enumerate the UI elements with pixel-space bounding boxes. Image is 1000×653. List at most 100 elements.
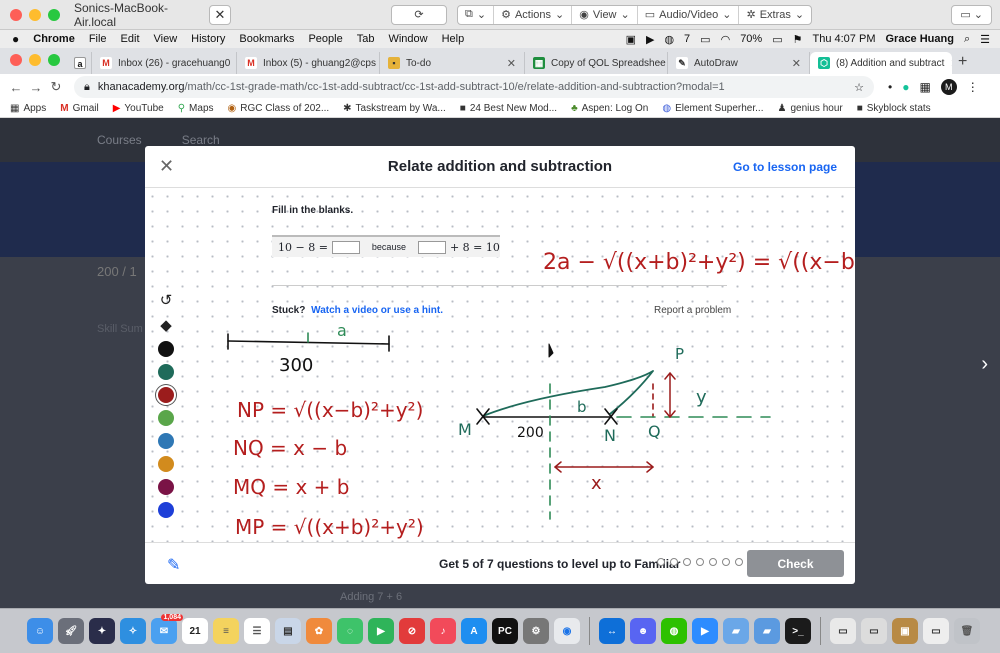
- trash-icon[interactable]: 🗑︎: [954, 618, 980, 644]
- window-thumb-icon-3[interactable]: ▭: [923, 618, 949, 644]
- bookmark-apps[interactable]: ▦ Apps: [10, 103, 46, 114]
- spotlight-icon[interactable]: ⌕: [964, 33, 970, 46]
- archive-icon[interactable]: ▣: [892, 618, 918, 644]
- menu-edit[interactable]: Edit: [121, 33, 140, 45]
- bookmark-maps[interactable]: ⚲ Maps: [178, 103, 214, 114]
- reload-page-icon[interactable]: ↻: [46, 79, 66, 95]
- menu-tab[interactable]: Tab: [357, 33, 375, 45]
- tab-inbox-1[interactable]: MInbox (26) - gracehuang0✕: [92, 52, 237, 74]
- tab-todo[interactable]: ▪ To-do ✕: [380, 52, 525, 74]
- calendar-icon[interactable]: 21: [182, 618, 208, 644]
- safari-icon[interactable]: ✧: [120, 618, 146, 644]
- screen-icon[interactable]: ▭: [700, 33, 710, 46]
- reminders-icon[interactable]: ☰: [244, 618, 270, 644]
- news-icon[interactable]: ⊘: [399, 618, 425, 644]
- check-button[interactable]: Check: [747, 550, 844, 577]
- wechat-dock-icon[interactable]: ◍: [661, 618, 687, 644]
- music-icon[interactable]: ♪: [430, 618, 456, 644]
- mail-icon[interactable]: ✉ 1,084: [151, 614, 183, 644]
- window-thumb-icon-2[interactable]: ▭: [861, 618, 887, 644]
- eraser-icon[interactable]: ◆: [157, 316, 175, 334]
- color-swatch-purple[interactable]: [158, 479, 174, 495]
- bookmark-taskstream[interactable]: ✱ Taskstream by Wa...: [343, 103, 446, 114]
- color-swatch-red[interactable]: [158, 387, 174, 403]
- url-field[interactable]: 🔒︎ khanacademy.org/math/cc-1st-grade-mat…: [74, 76, 874, 98]
- terminal-icon[interactable]: >_: [785, 618, 811, 644]
- user-name[interactable]: Grace Huang: [885, 33, 953, 45]
- bookmark-aspen[interactable]: ♣ Aspen: Log On: [571, 103, 648, 114]
- preview-icon[interactable]: ▤: [275, 618, 301, 644]
- close-window-button[interactable]: [10, 8, 22, 21]
- meet-icon[interactable]: ▶: [646, 33, 654, 46]
- back-icon[interactable]: ←: [6, 80, 26, 95]
- menu-view[interactable]: View: [154, 33, 178, 45]
- menu-file[interactable]: File: [89, 33, 107, 45]
- view-menu[interactable]: ◉ View ⌄: [572, 5, 638, 24]
- tab-khan-academy[interactable]: ⬡ (8) Addition and subtract ✕: [810, 52, 952, 74]
- finder-icon[interactable]: ☺: [27, 618, 53, 644]
- color-swatch-blue[interactable]: [158, 433, 174, 449]
- tab-amazon[interactable]: a: [70, 52, 92, 74]
- copy-button[interactable]: ⧉ ⌄: [458, 5, 495, 24]
- zoom-dock-icon[interactable]: ▶: [692, 618, 718, 644]
- close-tab-icon[interactable]: ✕: [792, 57, 801, 70]
- forward-icon[interactable]: →: [26, 80, 46, 95]
- bookmark-genius-hour[interactable]: ♟ genius hour: [777, 103, 842, 114]
- window-thumb-icon[interactable]: ▭: [830, 618, 856, 644]
- close-tab-icon[interactable]: ✕: [507, 57, 516, 70]
- tab-spreadsheet[interactable]: ▦Copy of QOL Spreadshee✕: [525, 52, 668, 74]
- discord-icon[interactable]: ☻: [630, 618, 656, 644]
- audio-video-menu[interactable]: ▭ Audio/Video ⌄: [638, 5, 740, 24]
- teamviewer-icon[interactable]: ↔: [599, 618, 625, 644]
- bookmark-24-best[interactable]: ■ 24 Best New Mod...: [460, 103, 557, 114]
- app-store-icon[interactable]: A: [461, 618, 487, 644]
- bookmark-rgc[interactable]: ◉ RGC Class of 202...: [228, 103, 330, 114]
- launchpad-icon[interactable]: 🚀︎: [58, 618, 84, 644]
- browser-minimize-button[interactable]: [29, 54, 41, 66]
- chrome-icon[interactable]: ◉: [554, 618, 580, 644]
- tab-autodraw[interactable]: ✎ AutoDraw ✕: [668, 52, 810, 74]
- color-swatch-orange[interactable]: [158, 456, 174, 472]
- exercise-canvas[interactable]: Fill in the blanks. 10 − 8 = because + 8…: [145, 189, 855, 542]
- preferences-icon[interactable]: ⚙: [523, 618, 549, 644]
- display-button[interactable]: ▭ ⌄: [951, 4, 992, 25]
- system-icon[interactable]: ✦: [89, 618, 115, 644]
- stop-share-button[interactable]: ✕: [209, 4, 231, 25]
- bookmark-element[interactable]: ◍ Element Superher...: [662, 103, 763, 114]
- menu-people[interactable]: People: [308, 33, 342, 45]
- profile-avatar[interactable]: M: [940, 79, 957, 95]
- zoom-window-button[interactable]: [48, 8, 60, 21]
- menu-history[interactable]: History: [191, 33, 225, 45]
- apple-icon[interactable]: ●: [12, 32, 19, 46]
- grammarly-icon[interactable]: ●: [902, 80, 909, 94]
- notes-icon[interactable]: ≡: [213, 618, 239, 644]
- menu-app-name[interactable]: Chrome: [33, 33, 75, 45]
- clock[interactable]: Thu 4:07 PM: [813, 33, 876, 45]
- color-swatch-black[interactable]: [158, 341, 174, 357]
- folder-icon[interactable]: ▰: [723, 618, 749, 644]
- photos-icon[interactable]: ✿: [306, 618, 332, 644]
- menu-kebab-icon[interactable]: ⋮: [967, 80, 979, 94]
- actions-menu[interactable]: ⚙ Actions ⌄: [494, 5, 573, 24]
- facetime-icon[interactable]: ▶: [368, 618, 394, 644]
- messages-icon[interactable]: ◌: [337, 618, 363, 644]
- color-swatch-green[interactable]: [158, 410, 174, 426]
- close-tab-icon[interactable]: ✕: [950, 57, 952, 70]
- tab-inbox-2[interactable]: MInbox (5) - ghuang2@cps✕: [237, 52, 380, 74]
- wifi-icon[interactable]: ◠: [721, 33, 731, 46]
- bookmark-gmail[interactable]: M Gmail: [60, 103, 98, 114]
- menu-bookmarks[interactable]: Bookmarks: [239, 33, 294, 45]
- new-tab-button[interactable]: +: [958, 53, 967, 71]
- browser-zoom-button[interactable]: [48, 54, 60, 66]
- color-swatch-teal[interactable]: [158, 364, 174, 380]
- folder-icon-2[interactable]: ▰: [754, 618, 780, 644]
- color-swatch-royal-blue[interactable]: [158, 502, 174, 518]
- reload-icon[interactable]: ⟳: [391, 4, 447, 25]
- extension-dot-icon[interactable]: •: [888, 80, 892, 94]
- minimize-window-button[interactable]: [29, 8, 41, 21]
- extras-menu[interactable]: ✲ Extras ⌄: [739, 6, 811, 24]
- scratchpad-pen-icon[interactable]: ✎: [167, 555, 180, 575]
- undo-icon[interactable]: ↺: [157, 291, 175, 309]
- menu-window[interactable]: Window: [388, 33, 427, 45]
- browser-close-button[interactable]: [10, 54, 22, 66]
